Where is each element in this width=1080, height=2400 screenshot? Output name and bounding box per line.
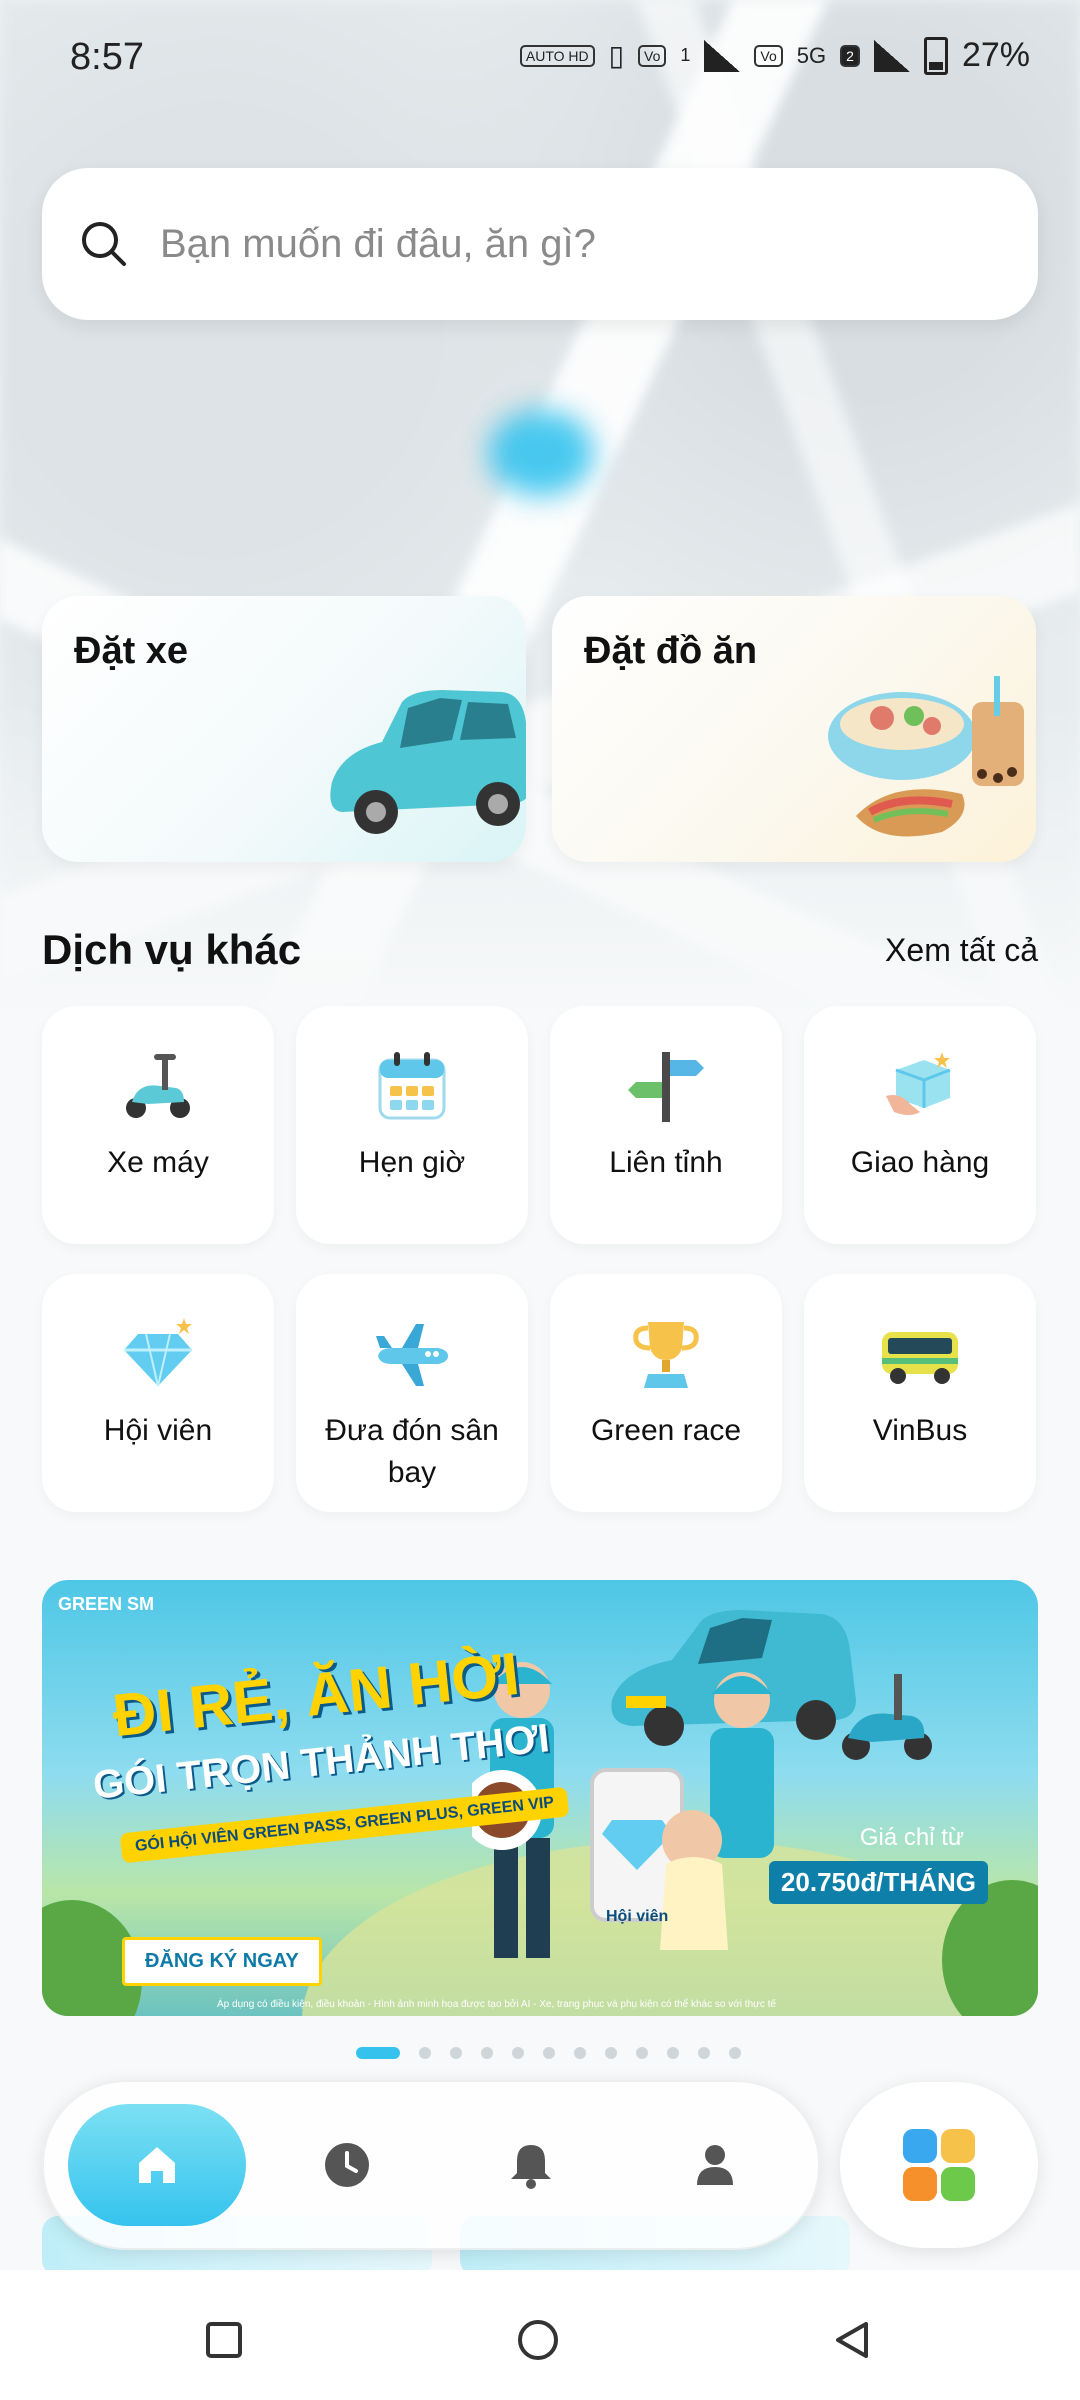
service-tile-green-race[interactable]: Green race — [550, 1274, 782, 1512]
circle-icon — [518, 2320, 558, 2360]
volte-icon: Vo — [638, 44, 667, 67]
promo-banner[interactable]: GREEN SM ĐI RẺ, ĂN HỜI GÓI TRỌN THẢNH TH… — [42, 1580, 1038, 2016]
calendar-icon — [378, 1052, 446, 1120]
system-navigation-bar — [0, 2270, 1080, 2400]
status-icons: AUTO HD ▯ Vo 1 Vo 5G 2 27% — [519, 36, 1030, 75]
recents-button[interactable] — [194, 2310, 254, 2370]
food-icon — [828, 676, 1024, 837]
signal-icon — [704, 39, 741, 72]
sim2-label: 2 — [840, 44, 860, 67]
carousel-dot — [636, 2047, 648, 2059]
diamond-icon — [124, 1318, 192, 1387]
car-icon — [330, 690, 526, 834]
status-time: 8:57 — [70, 36, 144, 78]
search-input[interactable] — [158, 220, 982, 268]
nav-account-button[interactable] — [680, 2130, 750, 2200]
other-services-title: Dịch vụ khác — [42, 926, 302, 973]
tile-label: Liên tỉnh — [609, 1146, 723, 1179]
banner-price-value: 20.750đ/THÁNG — [768, 1861, 988, 1904]
tile-label: VinBus — [872, 1414, 968, 1447]
bell-icon — [511, 2145, 551, 2189]
nav-home-button[interactable] — [68, 2104, 246, 2226]
back-button[interactable] — [822, 2310, 882, 2370]
carousel-dot — [450, 2047, 462, 2059]
service-tile-dua-don-san-bay[interactable]: Đưa đón sân bay — [296, 1274, 528, 1512]
tile-label: Xe máy — [107, 1146, 209, 1179]
tile-label: Giao hàng — [850, 1146, 990, 1179]
carousel-dot-active — [356, 2047, 400, 2059]
service-tile-lien-tinh[interactable]: Liên tỉnh — [550, 1006, 782, 1244]
carousel-dot — [574, 2047, 586, 2059]
signpost-icon — [628, 1052, 704, 1122]
banner-people-illustration — [472, 1662, 774, 1958]
ride-booking-label: Đặt xe — [74, 630, 189, 672]
banner-brand: GREEN SM — [58, 1594, 155, 1614]
carousel-dot — [419, 2047, 431, 2059]
package-icon — [886, 1052, 951, 1115]
network-label: 5G — [796, 42, 827, 68]
status-bar: 8:57 AUTO HD ▯ Vo 1 Vo 5G 2 27% — [0, 0, 1080, 120]
service-tile-giao-hang[interactable]: Giao hàng — [804, 1006, 1036, 1244]
trophy-icon — [633, 1322, 699, 1388]
carousel-dot — [729, 2047, 741, 2059]
food-order-card[interactable]: Đặt đồ ăn — [552, 596, 1036, 862]
service-tile-xe-may[interactable]: Xe máy — [42, 1006, 274, 1244]
tile-label: Green race — [590, 1414, 742, 1447]
tile-label: Đưa đón sân bay — [325, 1414, 499, 1489]
scooter-icon — [126, 1054, 190, 1118]
service-tile-hoi-vien[interactable]: Hội viên — [42, 1274, 274, 1512]
banner-price-label: Giá chỉ từ — [859, 1824, 964, 1851]
carousel-dot — [605, 2047, 617, 2059]
square-icon — [206, 2322, 242, 2358]
carousel-dot — [698, 2047, 710, 2059]
apps-grid-icon — [903, 2129, 975, 2201]
carousel-dot — [667, 2047, 679, 2059]
airplane-icon — [376, 1324, 448, 1386]
service-tile-vinbus[interactable]: VinBus — [804, 1274, 1036, 1512]
auto-hd-icon: AUTO HD — [519, 44, 595, 67]
volte2-icon: Vo — [754, 44, 783, 67]
search-bar[interactable] — [42, 168, 1038, 320]
signal2-icon — [873, 39, 910, 72]
person-icon — [697, 2145, 733, 2185]
banner-phone-badge: Hội viên — [606, 1908, 669, 1925]
banner-scooter-illustration — [842, 1674, 932, 1760]
banner-register-button[interactable]: ĐĂNG KÝ NGAY — [122, 1937, 322, 1986]
tile-label: Hội viên — [103, 1414, 213, 1447]
search-icon — [82, 222, 126, 266]
sim1-label: 1 — [680, 45, 691, 65]
current-location-marker — [488, 410, 594, 496]
battery-icon — [923, 36, 948, 75]
banner-fine-print: Áp dụng có điều kiện, điều khoản - Hình … — [217, 1999, 776, 2010]
nav-history-button[interactable] — [312, 2130, 382, 2200]
home-system-button[interactable] — [508, 2310, 568, 2370]
carousel-indicator — [356, 2047, 741, 2059]
clock-icon — [325, 2143, 369, 2187]
back-triangle-icon — [836, 2322, 868, 2358]
vibrate-icon: ▯ — [608, 40, 625, 71]
carousel-dot — [512, 2047, 524, 2059]
bus-icon — [882, 1332, 958, 1384]
home-icon — [139, 2147, 175, 2183]
apps-menu-button[interactable] — [840, 2082, 1038, 2248]
carousel-dot — [543, 2047, 555, 2059]
tile-label: Hẹn giờ — [358, 1146, 466, 1179]
see-all-link[interactable]: Xem tất cả — [885, 932, 1038, 969]
carousel-dot — [481, 2047, 493, 2059]
service-tile-hen-gio[interactable]: Hẹn giờ — [296, 1006, 528, 1244]
ride-booking-card[interactable]: Đặt xe — [42, 596, 526, 862]
battery-percent: 27% — [961, 36, 1030, 74]
food-order-label: Đặt đồ ăn — [584, 630, 758, 672]
bottom-nav — [42, 2080, 820, 2250]
nav-notifications-button[interactable] — [496, 2130, 566, 2200]
